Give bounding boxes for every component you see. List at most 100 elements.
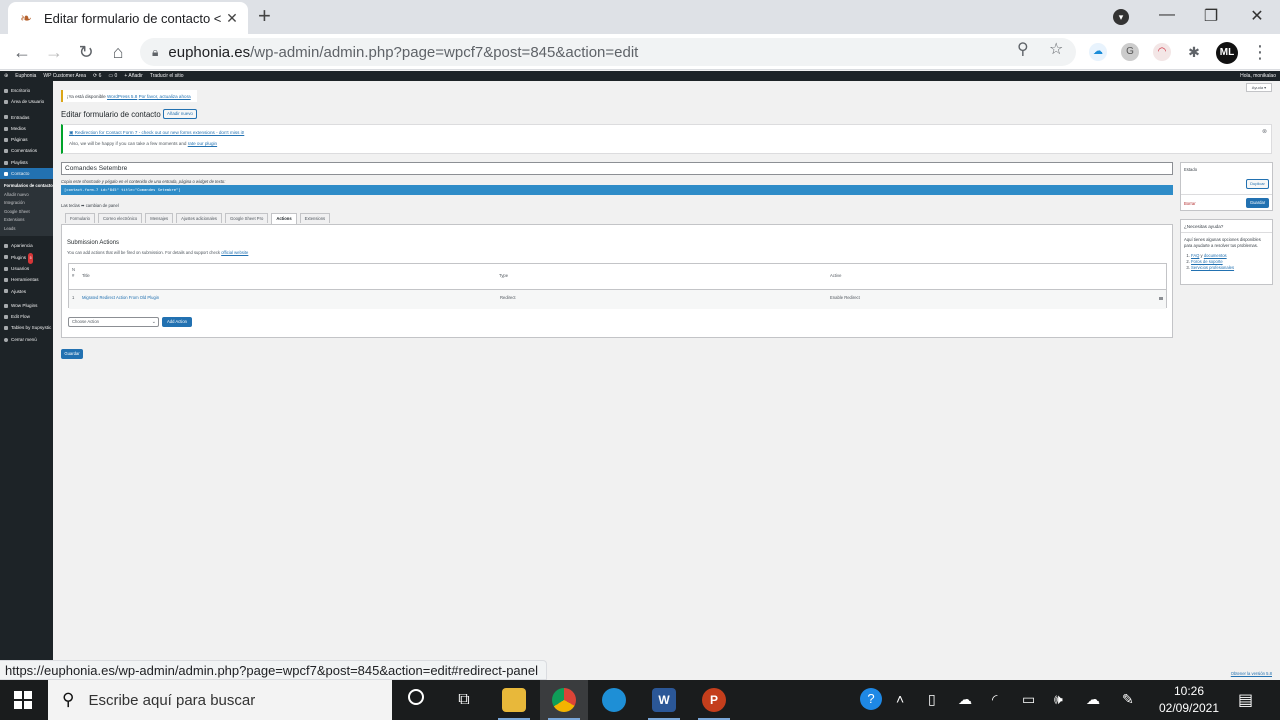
- adminbar-comments[interactable]: ▭ 0: [108, 73, 117, 79]
- sidebar-sub-extensions[interactable]: Extensions: [0, 216, 53, 225]
- reload-icon[interactable]: ↻: [74, 40, 98, 64]
- table-row[interactable]: 1 Migrated Redirect Action From Old Plug…: [69, 290, 1166, 309]
- adminbar-new[interactable]: + Añadir: [124, 73, 143, 79]
- users-icon: [4, 266, 8, 271]
- taskbar-edge[interactable]: [590, 680, 638, 720]
- tab-close-icon[interactable]: ✕: [224, 10, 240, 27]
- save-button[interactable]: Guardar: [61, 349, 83, 359]
- sidebar-item-ajustes[interactable]: Ajustes: [0, 286, 53, 297]
- delete-link[interactable]: Borrar: [1184, 201, 1196, 206]
- save-side-button[interactable]: Guardar: [1246, 198, 1269, 208]
- sidebar-item-playlists[interactable]: Playlists: [0, 157, 53, 168]
- extensions-puzzle-icon[interactable]: ✱: [1185, 43, 1203, 61]
- adminbar-translate[interactable]: Traducir el sitio: [150, 73, 184, 79]
- sidebar-item-comentarios[interactable]: Comentarios: [0, 145, 53, 156]
- chevron-up-icon[interactable]: ˄: [896, 691, 904, 707]
- windows-start-icon[interactable]: [14, 691, 32, 709]
- tab-correo[interactable]: Correo electrónico: [98, 213, 143, 223]
- home-icon[interactable]: ⌂: [106, 40, 130, 64]
- extension-g-icon[interactable]: G: [1121, 43, 1139, 61]
- notifications-icon[interactable]: ▤: [1238, 690, 1253, 710]
- battery-icon[interactable]: ▭: [1022, 691, 1035, 708]
- row-title[interactable]: Migrated Redirect Action From Old Plugin: [82, 295, 159, 300]
- address-bar[interactable]: 🔒︎ euphonia.es /wp-admin/admin.php?page=…: [140, 38, 1076, 66]
- window-close-icon[interactable]: ✕: [1246, 6, 1268, 26]
- minimize-icon[interactable]: —: [1156, 6, 1178, 24]
- duplicate-button[interactable]: Duplicar: [1246, 179, 1269, 189]
- back-icon[interactable]: ←: [10, 40, 34, 64]
- zoom-search-icon[interactable]: ⚲: [1017, 39, 1029, 59]
- sidebar-sub-formularios[interactable]: Formularios de contacto: [0, 182, 53, 191]
- browser-menu-icon[interactable]: ⋮: [1248, 40, 1272, 64]
- sidebar-collapse[interactable]: Cerrar menú: [0, 334, 53, 345]
- sidebar-sub-anadir[interactable]: Añadir nuevo: [0, 191, 53, 200]
- update-nag-wp-link[interactable]: WordPress 5.8: [107, 94, 137, 99]
- tab-google-sheet-pro[interactable]: Google Sheet Pro: [225, 213, 269, 223]
- dismiss-icon[interactable]: ⊗: [1262, 128, 1267, 135]
- comments-icon: [4, 149, 8, 154]
- browser-tab[interactable]: ❧ Editar formulario de contacto < E ✕: [8, 2, 248, 34]
- headphones-extension-icon[interactable]: ◠: [1153, 43, 1171, 61]
- version-link[interactable]: Obtener la versión 5.8: [1231, 671, 1272, 676]
- add-new-button[interactable]: Añadir nuevo: [163, 109, 197, 119]
- sidebar-item-apariencia[interactable]: Apariencia: [0, 240, 53, 251]
- sidebar-item-contacto[interactable]: Contacto: [0, 168, 53, 180]
- pen-icon[interactable]: ✎: [1122, 691, 1134, 708]
- adminbar-customer-area[interactable]: WP Customer Area: [43, 73, 86, 79]
- choose-action-select[interactable]: Choose Action ⌄: [68, 317, 159, 327]
- forward-icon[interactable]: →: [42, 40, 66, 64]
- help-tab-button[interactable]: Ayuda ▾: [1246, 83, 1272, 92]
- sidebar-sub-integracion[interactable]: Integración: [0, 199, 53, 208]
- sidebar-item-paginas[interactable]: Páginas: [0, 134, 53, 145]
- bookmark-star-icon[interactable]: ☆: [1049, 39, 1063, 59]
- form-title-input[interactable]: Comandes Setembre: [61, 162, 1173, 175]
- sidebar-sub-google-sheet[interactable]: Google Sheet: [0, 208, 53, 217]
- sidebar-item-medios[interactable]: Medios: [0, 123, 53, 134]
- cloud-extension-icon[interactable]: ☁: [1089, 43, 1107, 61]
- drag-handle-icon[interactable]: [1159, 297, 1163, 300]
- sidebar-item-wow-plugins[interactable]: Wow Plugins: [0, 300, 53, 311]
- sidebar-item-escritorio[interactable]: Escritorio: [0, 85, 53, 96]
- wp-logo-icon[interactable]: ⊕: [4, 73, 8, 79]
- adminbar-updates[interactable]: ⟳ 6: [93, 73, 101, 79]
- task-view-button[interactable]: ⧉: [440, 680, 488, 720]
- restore-icon[interactable]: ❐: [1200, 6, 1222, 26]
- tab-mensajes[interactable]: Mensajes: [145, 213, 174, 223]
- rate-plugin-link[interactable]: rate our plugin: [188, 141, 217, 146]
- tab-formulario[interactable]: Formulario: [65, 213, 96, 223]
- help-tray-icon[interactable]: ?: [860, 688, 882, 710]
- wifi-icon[interactable]: ◜: [992, 691, 997, 708]
- sidebar-item-entradas[interactable]: Entradas: [0, 112, 53, 123]
- profile-avatar[interactable]: ML: [1216, 42, 1238, 64]
- sidebar-item-herramientas[interactable]: Herramientas: [0, 274, 53, 285]
- sidebar-item-usuarios[interactable]: Usuarios: [0, 263, 53, 274]
- new-tab-button[interactable]: +: [258, 5, 271, 27]
- sidebar-item-area-usuario[interactable]: Área de Usuario: [0, 96, 53, 107]
- taskbar-file-explorer[interactable]: [490, 680, 538, 720]
- tab-extensions[interactable]: Extensions: [299, 213, 331, 223]
- device-icon[interactable]: ▯: [928, 691, 936, 708]
- official-website-link[interactable]: official website: [221, 250, 248, 255]
- sidebar-sub-leads[interactable]: Leads: [0, 225, 53, 234]
- sidebar-item-edit-flow[interactable]: Edit Flow: [0, 311, 53, 322]
- shortcode-field[interactable]: [contact-form-7 id="845" title="Comandes…: [61, 185, 1173, 195]
- taskbar-chrome[interactable]: [540, 680, 588, 720]
- sidebar-item-plugins[interactable]: Plugins 5: [0, 252, 53, 264]
- add-action-button[interactable]: Add Action: [162, 317, 192, 327]
- tab-actions[interactable]: Actions: [271, 213, 297, 224]
- upload-icon[interactable]: ☁: [1086, 691, 1100, 708]
- tab-ajustes-adicionales[interactable]: Ajustes adicionales: [176, 213, 223, 223]
- cortana-button[interactable]: [392, 680, 440, 720]
- taskbar-word[interactable]: W: [640, 680, 688, 720]
- tab-search-icon[interactable]: ▾: [1113, 9, 1129, 25]
- adminbar-site[interactable]: Euphonia: [15, 73, 36, 79]
- adminbar-greeting[interactable]: Hola, monikalao: [1240, 73, 1276, 79]
- taskbar-search[interactable]: ⚲ Escribe aquí para buscar: [48, 680, 392, 720]
- taskbar-clock[interactable]: 10:26 02/09/2021: [1150, 683, 1228, 717]
- onedrive-icon[interactable]: ☁: [958, 691, 972, 708]
- taskbar-powerpoint[interactable]: P: [690, 680, 738, 720]
- volume-icon[interactable]: 🕪︎: [1054, 691, 1063, 708]
- sidebar-item-tables[interactable]: Tables by Supsystic: [0, 322, 53, 333]
- update-nag-update-link[interactable]: Por favor, actualiza ahora: [139, 94, 191, 99]
- notice-link[interactable]: ▣ Redirection for Contact Form 7 - check…: [69, 130, 1265, 136]
